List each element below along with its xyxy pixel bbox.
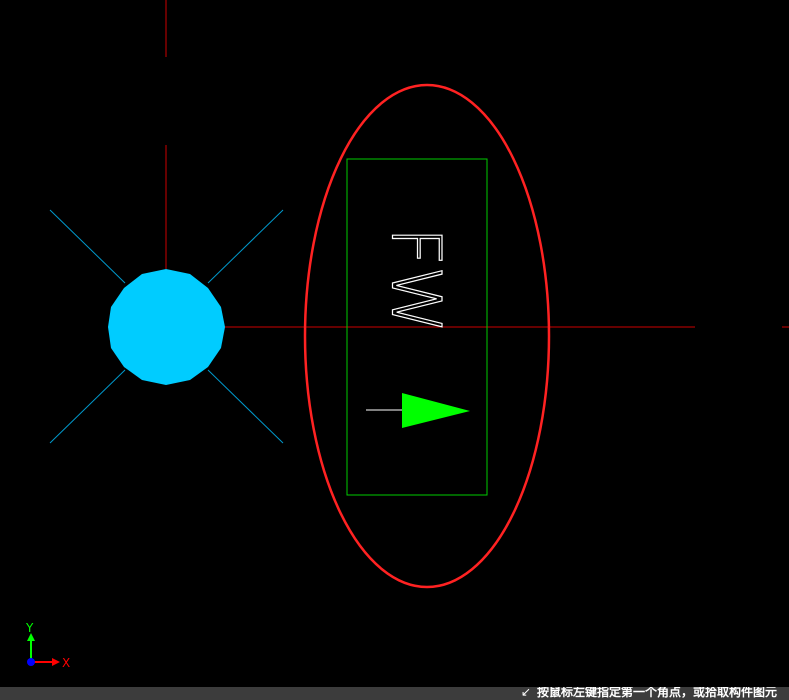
device-arrow-icon [402, 393, 470, 428]
device-label: FW [376, 227, 455, 333]
cad-drawing-canvas[interactable]: FW Y X [0, 0, 789, 687]
ucs-y-label: Y [25, 621, 34, 635]
status-prompt: ↙ 按鼠标左键指定第一个角点，或拾取构件图元 [521, 687, 777, 700]
cyan-node-icon[interactable] [108, 269, 225, 385]
command-status-bar: ↙ 按鼠标左键指定第一个角点，或拾取构件图元 [0, 687, 789, 700]
status-prompt-text: 按鼠标左键指定第一个角点，或拾取构件图元 [536, 687, 777, 699]
ucs-icon: Y X [25, 621, 70, 670]
drawing-svg[interactable]: FW Y X [0, 0, 789, 687]
ucs-x-label: X [62, 656, 70, 670]
cursor-prompt-icon: ↙ [520, 687, 532, 699]
device-label-group: FW [375, 226, 455, 334]
device-selection-ellipse[interactable] [303, 83, 551, 589]
